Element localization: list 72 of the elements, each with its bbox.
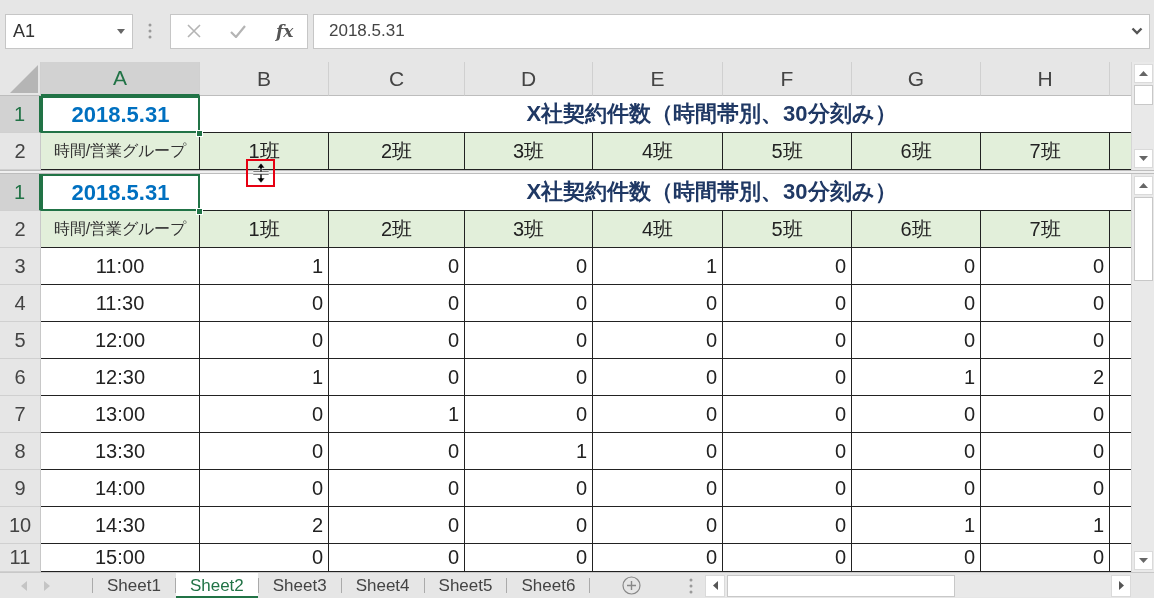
header-cell: 6班 bbox=[852, 211, 981, 248]
fill-handle[interactable] bbox=[196, 130, 203, 137]
column-header[interactable]: A bbox=[41, 62, 200, 96]
row-header[interactable]: 11 bbox=[0, 544, 41, 572]
header-cell: 4班 bbox=[593, 211, 723, 248]
insert-function-button[interactable]: fx bbox=[276, 21, 294, 41]
row-header[interactable]: 10 bbox=[0, 507, 41, 544]
header-cell: 時間/営業グループ bbox=[41, 133, 200, 170]
formula-input[interactable]: 2018.5.31 bbox=[313, 13, 1150, 49]
table-cell: 2018.5.31 bbox=[41, 174, 200, 211]
vertical-dots-icon[interactable] bbox=[689, 577, 694, 594]
row-header[interactable]: 4 bbox=[0, 285, 41, 322]
row-header[interactable]: 7 bbox=[0, 396, 41, 433]
scroll-down-button[interactable] bbox=[1133, 551, 1153, 570]
scroll-up-button[interactable] bbox=[1133, 64, 1153, 83]
scroll-right-button[interactable] bbox=[1111, 574, 1132, 597]
row-header[interactable]: 6 bbox=[0, 359, 41, 396]
row-header[interactable]: 2 bbox=[0, 211, 41, 248]
row-header[interactable]: 2 bbox=[0, 133, 41, 170]
sheet-tab[interactable]: Sheet3 bbox=[258, 573, 341, 598]
sheet-tab[interactable]: Sheet1 bbox=[93, 573, 175, 598]
header-cell: 7班 bbox=[981, 211, 1110, 248]
header-cell: 7班 bbox=[981, 133, 1110, 170]
caret-left-icon[interactable] bbox=[21, 580, 27, 591]
row-header[interactable]: 9 bbox=[0, 470, 41, 507]
scrollbar-thumb[interactable] bbox=[1133, 197, 1153, 281]
scroll-down-button[interactable] bbox=[1133, 149, 1153, 168]
header-cell: 3班 bbox=[465, 133, 593, 170]
table-cell: 2018.5.31 bbox=[41, 96, 200, 133]
caret-down-icon bbox=[1138, 558, 1148, 563]
scrollbar-track[interactable] bbox=[1131, 62, 1154, 170]
row-header[interactable]: 8 bbox=[0, 433, 41, 470]
fill-handle[interactable] bbox=[196, 208, 203, 215]
vertical-dots-icon[interactable] bbox=[148, 23, 152, 39]
table-cell bbox=[1110, 211, 1131, 248]
caret-right-icon bbox=[1118, 581, 1124, 590]
table-cell bbox=[1110, 133, 1131, 170]
add-sheet-icon[interactable] bbox=[622, 576, 642, 595]
header-cell: 2班 bbox=[329, 211, 465, 248]
chevron-down-icon[interactable] bbox=[1131, 27, 1143, 35]
caret-left-icon bbox=[712, 581, 718, 590]
scrollbar-track[interactable] bbox=[1131, 174, 1154, 572]
caret-down-icon[interactable] bbox=[117, 28, 125, 34]
row-header[interactable]: 3 bbox=[0, 248, 41, 285]
sheet-tab[interactable]: Sheet4 bbox=[341, 573, 424, 598]
name-box[interactable]: A1 bbox=[5, 13, 133, 49]
scroll-up-button[interactable] bbox=[1133, 176, 1153, 195]
header-cell: 1班 bbox=[200, 133, 329, 170]
caret-up-icon bbox=[1138, 71, 1148, 76]
scrollbar-thumb[interactable] bbox=[1133, 85, 1153, 105]
sheet-tab[interactable]: Sheet2 bbox=[175, 573, 258, 598]
row-header[interactable]: 1 bbox=[0, 96, 41, 133]
header-cell: 6班 bbox=[852, 133, 981, 170]
close-icon[interactable] bbox=[187, 24, 201, 38]
header-cell: 1班 bbox=[200, 211, 329, 248]
caret-right-icon[interactable] bbox=[44, 580, 50, 591]
triangle-icon bbox=[10, 65, 38, 93]
header-cell: 時間/営業グループ bbox=[41, 211, 200, 248]
caret-down-icon bbox=[1138, 156, 1148, 161]
header-cell: 3班 bbox=[465, 211, 593, 248]
check-icon[interactable] bbox=[230, 24, 246, 38]
sheet-tab[interactable]: Sheet6 bbox=[507, 573, 590, 598]
header-cell: 4班 bbox=[593, 133, 723, 170]
row-header[interactable]: 1 bbox=[0, 174, 41, 211]
header-cell: 5班 bbox=[723, 133, 852, 170]
scroll-left-button[interactable] bbox=[705, 574, 726, 597]
sheet-tab[interactable]: Sheet5 bbox=[424, 573, 507, 598]
header-cell: 5班 bbox=[723, 211, 852, 248]
caret-up-icon bbox=[1138, 183, 1148, 188]
header-cell: 2班 bbox=[329, 133, 465, 170]
row-header[interactable]: 5 bbox=[0, 322, 41, 359]
scrollbar-thumb[interactable] bbox=[727, 574, 956, 597]
